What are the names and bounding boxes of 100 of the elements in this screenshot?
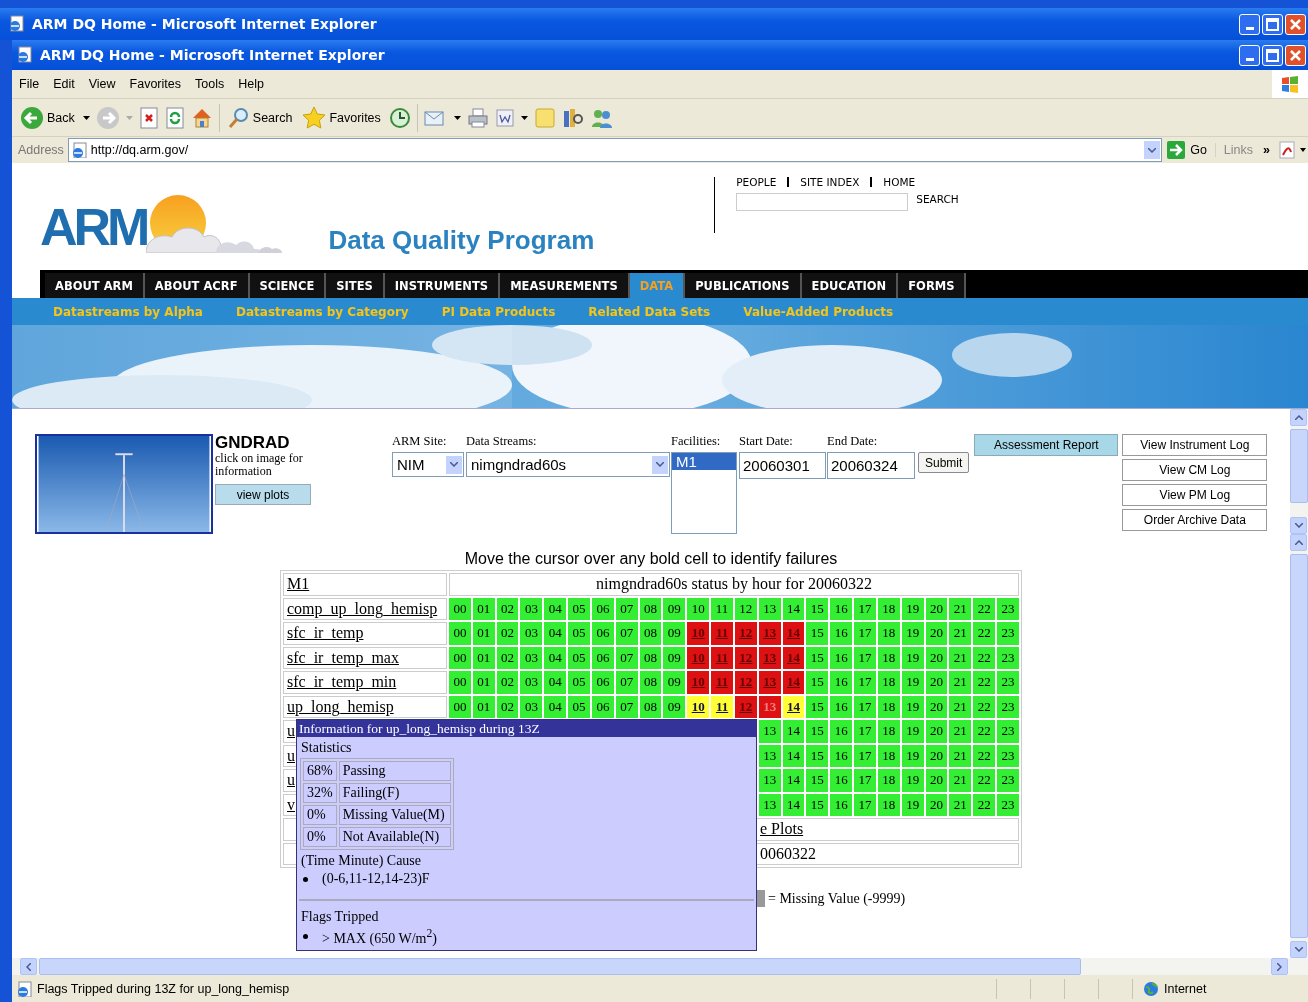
instrument-hint: click on image for information <box>215 452 304 478</box>
scrollbar[interactable] <box>1290 534 1308 958</box>
minimize-button[interactable] <box>1239 13 1260 35</box>
date-field[interactable]: 20060301 <box>739 452 826 479</box>
maximize-button[interactable] <box>1262 44 1283 66</box>
hour-cell: 21 <box>949 695 972 718</box>
stat-percent: 32% <box>303 783 337 803</box>
more-button[interactable]: » <box>1263 143 1270 157</box>
nav-tab[interactable]: SCIENCE <box>249 273 327 298</box>
stop-icon[interactable] <box>138 106 159 129</box>
list-option[interactable]: M1 <box>672 453 736 470</box>
nav-tab[interactable]: MEASUREMENTS <box>500 273 630 298</box>
log-button[interactable]: View PM Log <box>1122 484 1268 506</box>
hour-cell[interactable]: 10 <box>687 695 710 718</box>
dropdown-field[interactable]: NIM <box>392 452 464 477</box>
hour-cell: 08 <box>639 695 662 718</box>
minimize-button[interactable] <box>1239 44 1260 66</box>
window-title: ARM DQ Home - Microsoft Internet Explorer <box>40 47 386 63</box>
maximize-button[interactable] <box>1262 13 1283 35</box>
nav-link[interactable]: SITE INDEX <box>787 177 871 187</box>
printer-icon[interactable] <box>466 106 489 129</box>
nav-tab[interactable]: ABOUT ARM <box>45 273 145 298</box>
caret-icon[interactable] <box>453 115 461 120</box>
search-icon <box>227 106 250 129</box>
scrollbar[interactable] <box>1290 409 1308 534</box>
nav-tab[interactable]: INSTRUMENTS <box>384 273 501 298</box>
word-icon[interactable] <box>494 107 515 128</box>
nav-link[interactable]: HOME <box>870 177 927 187</box>
nav-tab[interactable]: ABOUT ACRF <box>144 273 250 298</box>
nav-tab[interactable]: FORMS <box>898 273 967 298</box>
search-button[interactable]: SEARCH <box>916 193 959 205</box>
dropdown-field[interactable]: nimgndrad60s <box>466 452 670 477</box>
hour-cell[interactable]: 11 <box>711 695 733 718</box>
variable-link[interactable]: sfc_ir_temp_max <box>283 646 447 669</box>
variable-link[interactable]: sfc_ir_temp <box>283 622 447 645</box>
refresh-icon[interactable] <box>164 106 185 129</box>
variable-link[interactable]: up_long_hemisp <box>283 695 447 718</box>
caret-icon[interactable] <box>520 115 528 120</box>
hour-cell: 23 <box>997 769 1019 792</box>
close-button[interactable] <box>1285 13 1306 35</box>
stat-label: Failing(F) <box>338 783 451 803</box>
facility-link[interactable]: M1 <box>283 573 447 596</box>
variable-link[interactable]: comp_up_long_hemisp <box>283 597 447 620</box>
menu-item[interactable]: Help <box>231 77 271 91</box>
scroll-up-button[interactable] <box>1290 534 1307 551</box>
date-field[interactable]: 20060324 <box>827 452 915 479</box>
nav-tab[interactable]: PUBLICATIONS <box>685 273 802 298</box>
legend-text: = Missing Value (-9999) <box>768 890 906 907</box>
scroll-down-button[interactable] <box>1290 941 1307 958</box>
view-plots-button[interactable]: view plots <box>215 484 311 505</box>
go-button[interactable]: Go <box>1162 140 1215 160</box>
stat-percent: 0% <box>303 805 337 825</box>
close-icon <box>1289 17 1302 31</box>
menu-item[interactable]: View <box>81 77 123 91</box>
hour-cell: 03 <box>520 695 543 718</box>
hour-cell[interactable]: 14 <box>782 695 805 718</box>
scroll-left-button[interactable] <box>20 958 37 975</box>
menu-item[interactable]: Favorites <box>122 77 188 91</box>
log-button[interactable]: Order Archive Data <box>1122 509 1268 531</box>
variable-link[interactable]: sfc_ir_temp_min <box>283 671 447 694</box>
hour-cell: 22 <box>973 793 996 816</box>
log-button[interactable]: View Instrument Log <box>1122 434 1268 456</box>
books-icon[interactable] <box>561 106 584 129</box>
hour-cell: 15 <box>806 671 829 694</box>
hour-cell: 14 <box>782 793 805 816</box>
plots-link[interactable]: e Plots <box>760 820 804 838</box>
submit-button[interactable]: Submit <box>918 452 970 473</box>
menu-item[interactable]: Tools <box>188 77 232 91</box>
hour-cell: 14 <box>782 720 805 743</box>
menu-item[interactable]: File <box>12 77 47 91</box>
hour-cell: 18 <box>877 695 900 718</box>
hour-cell: 01 <box>472 646 495 669</box>
search-button[interactable]: Search <box>225 106 295 129</box>
dropdown-button[interactable] <box>1144 141 1161 159</box>
assessment-report-button[interactable]: Assessment Report <box>974 434 1119 456</box>
scrollbar[interactable] <box>12 958 1308 975</box>
hour-cell: 09 <box>663 671 686 694</box>
close-button[interactable] <box>1285 44 1306 66</box>
hour-cell: 19 <box>901 671 924 694</box>
search-field[interactable] <box>736 193 909 211</box>
hour-cell: 00 <box>449 597 471 620</box>
hour-cell: 15 <box>806 695 829 718</box>
hour-cell: 17 <box>854 597 876 620</box>
nav-link[interactable]: PEOPLE <box>736 177 788 187</box>
favorites-button[interactable]: Favorites <box>300 105 383 130</box>
hour-cell: 15 <box>806 646 829 669</box>
history-icon[interactable] <box>388 106 411 129</box>
facilities-list[interactable]: M1 <box>671 452 737 534</box>
caret-icon[interactable] <box>82 115 90 120</box>
nav-tab[interactable]: EDUCATION <box>801 273 899 298</box>
scroll-up-button[interactable] <box>1290 409 1307 426</box>
menu-item[interactable]: Edit <box>46 77 82 91</box>
scroll-down-button[interactable] <box>1290 517 1307 534</box>
scroll-right-button[interactable] <box>1271 958 1288 975</box>
log-button[interactable]: View CM Log <box>1122 459 1268 481</box>
address-field[interactable]: http://dq.arm.gov/ <box>67 138 1163 162</box>
hour-cell: 21 <box>949 622 972 645</box>
nav-tab[interactable]: SITES <box>326 273 385 298</box>
field-label: Start Date: <box>739 434 794 450</box>
back-button[interactable]: Back <box>18 105 77 130</box>
